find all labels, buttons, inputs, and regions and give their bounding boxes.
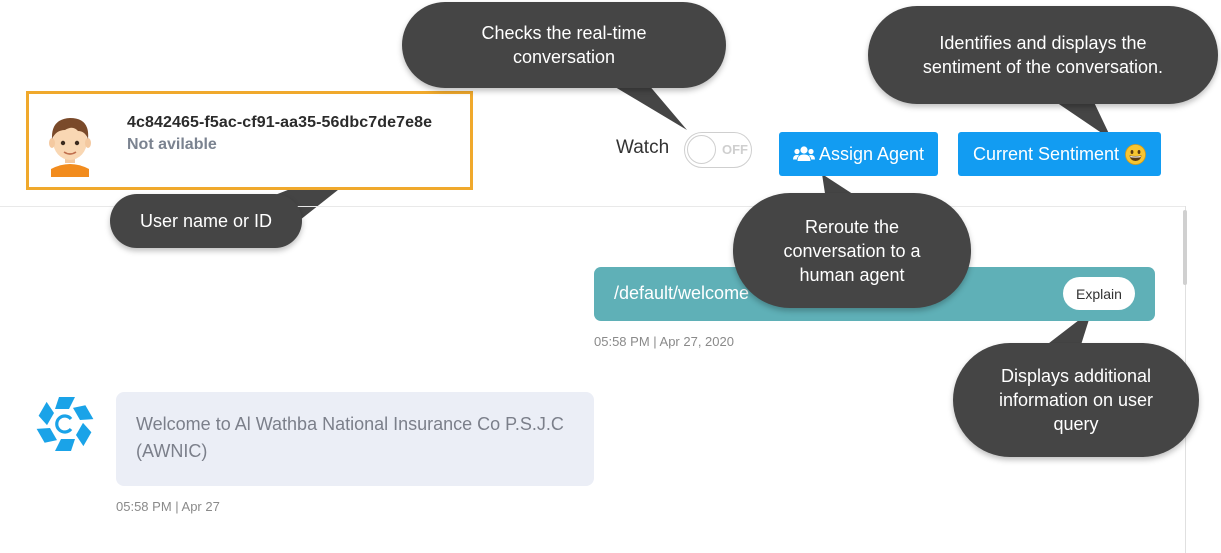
toggle-knob — [687, 135, 716, 164]
current-sentiment-label: Current Sentiment — [972, 143, 1120, 164]
grinning-face-icon — [1125, 143, 1146, 165]
user-message-text: /default/welcome — [614, 283, 750, 303]
user-avatar — [49, 118, 91, 177]
callout-user-name: User name or ID — [110, 194, 302, 248]
scrollbar-thumb[interactable] — [1183, 210, 1187, 285]
watch-toggle[interactable]: OFF — [684, 132, 752, 168]
bot-message-bubble: Welcome to Al Wathba National Insurance … — [116, 392, 594, 486]
bot-logo-icon — [36, 397, 94, 451]
callout-explain: Displays additional information on user … — [953, 343, 1199, 457]
callout-realtime: Checks the real-time conversation — [402, 2, 726, 88]
user-card: 4c842465-f5ac-cf91-aa35-56dbc7de7e8e Not… — [26, 91, 473, 190]
bot-message-text: Welcome to Al Wathba National Insurance … — [136, 414, 564, 461]
callout-sentiment: Identifies and displays the sentiment of… — [868, 6, 1218, 104]
callout-reroute: Reroute the conversation to a human agen… — [733, 193, 971, 308]
explain-button[interactable]: Explain — [1063, 277, 1135, 310]
watch-label: Watch — [616, 137, 670, 158]
user-message-timestamp: 05:58 PM | Apr 27, 2020 — [594, 334, 734, 349]
assign-agent-button[interactable]: Assign Agent — [779, 132, 938, 176]
bot-message-timestamp: 05:58 PM | Apr 27 — [116, 499, 220, 514]
current-sentiment-button[interactable]: Current Sentiment — [958, 132, 1161, 176]
users-icon — [792, 146, 815, 161]
assign-agent-label: Assign Agent — [818, 143, 925, 164]
user-id: 4c842465-f5ac-cf91-aa35-56dbc7de7e8e — [127, 114, 433, 131]
user-status: Not avilable — [127, 136, 217, 153]
toggle-state: OFF — [722, 142, 748, 157]
